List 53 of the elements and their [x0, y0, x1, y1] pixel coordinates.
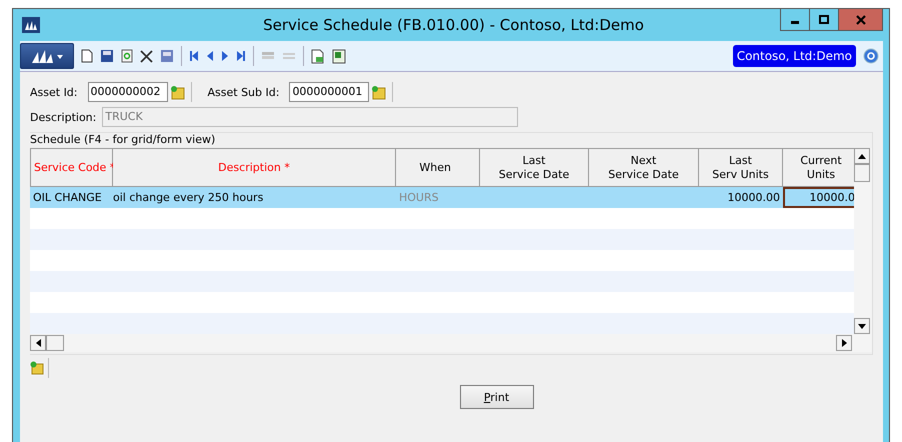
scroll-left-button[interactable] [30, 335, 46, 351]
up-arrow-icon [858, 154, 866, 158]
scroll-right-button[interactable] [836, 335, 852, 351]
field-label: Asset Sub Id: [208, 86, 280, 98]
minimize-icon [791, 21, 799, 24]
refresh-icon[interactable] [121, 49, 133, 63]
app-menu-button[interactable] [20, 43, 74, 69]
company-badge: Contoso, Ltd:Demo [732, 45, 856, 67]
app-logo-icon [22, 17, 40, 33]
help-icon[interactable] [863, 48, 879, 64]
scroll-down-button[interactable] [854, 318, 870, 334]
close-button[interactable] [838, 9, 883, 31]
first-record-icon[interactable] [189, 50, 199, 62]
minimize-button[interactable] [780, 9, 810, 31]
save-all-icon[interactable] [160, 49, 174, 63]
column-header[interactable]: Current Units [783, 148, 854, 187]
input-field[interactable]: 0000000002 [88, 82, 168, 102]
field-label: Description: [30, 110, 96, 124]
print-button[interactable]: Print [460, 385, 534, 409]
column-header[interactable]: Description * [113, 148, 396, 187]
field-label: Asset Id: [30, 86, 78, 98]
previous-record-icon[interactable] [206, 50, 214, 62]
group-title: Schedule (F4 - for grid/form view) [30, 133, 216, 146]
stack-icon [282, 51, 296, 61]
table-cell-text: oil change every 250 hours [113, 190, 264, 206]
lookup-icon[interactable] [170, 84, 184, 100]
save-icon[interactable] [100, 49, 114, 63]
input-field[interactable]: 0000000001 [289, 82, 370, 102]
delete-icon[interactable] [140, 50, 153, 62]
column-header[interactable]: Last Serv Units [699, 148, 783, 187]
right-arrow-icon [842, 339, 846, 347]
window-title: Service Schedule (FB.010.00) - Contoso, Ltd:Demo [262, 16, 645, 34]
table-cell-text: 10000.00 [726, 190, 781, 206]
maximize-icon [819, 14, 829, 24]
close-icon [856, 14, 866, 24]
stack-icon [261, 50, 275, 62]
new-row-icon[interactable] [30, 361, 44, 375]
left-arrow-icon [36, 339, 40, 347]
app-logo-icon [30, 48, 64, 64]
scroll-up-button[interactable] [854, 148, 870, 164]
last-record-icon[interactable] [236, 50, 246, 62]
down-arrow-icon [858, 324, 866, 328]
table-cell-text: HOURS [398, 190, 440, 206]
new-document-icon[interactable] [81, 49, 93, 63]
column-header[interactable]: Last Service Date [480, 148, 589, 187]
column-header[interactable]: When [396, 148, 480, 187]
lookup-icon[interactable] [371, 84, 386, 100]
print-preview-icon[interactable] [311, 48, 325, 64]
description-field[interactable]: TRUCK [102, 107, 518, 127]
column-header[interactable]: Next Service Date [589, 148, 699, 187]
next-record-icon[interactable] [221, 50, 229, 62]
spreadsheet-icon[interactable] [332, 48, 346, 64]
table-cell-text: OIL CHANGE [32, 190, 103, 206]
